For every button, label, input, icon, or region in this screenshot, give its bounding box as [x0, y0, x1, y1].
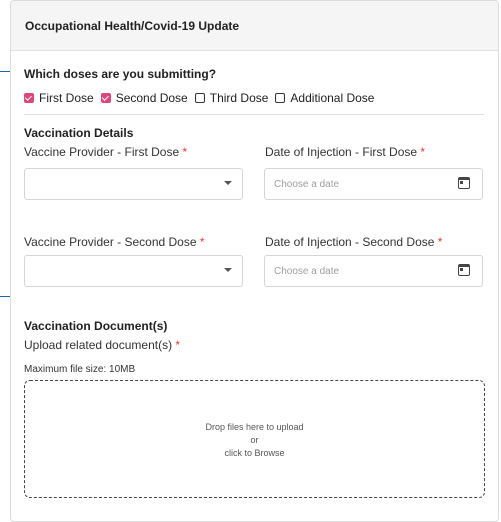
dropzone-line-1: Drop files here to upload: [205, 422, 304, 432]
dropzone-line-2: or: [250, 435, 259, 445]
date-first-input[interactable]: Choose a date: [264, 168, 483, 200]
date-second-input[interactable]: Choose a date: [264, 255, 483, 287]
max-file-size: Maximum file size: 10MB: [24, 364, 136, 375]
upload-label: Upload related document(s) *: [24, 338, 181, 352]
checkbox-checked-icon[interactable]: [100, 93, 111, 103]
provider-first-label: Vaccine Provider - First Dose *: [24, 145, 188, 159]
date-first-placeholder: Choose a date: [274, 179, 340, 190]
dose-option-third[interactable]: Third Dose: [194, 91, 269, 105]
chevron-down-icon: [224, 181, 232, 185]
checkbox-unchecked-icon[interactable]: [275, 93, 286, 103]
date-first-label: Date of Injection - First Dose *: [265, 145, 426, 159]
dose-option-additional[interactable]: Additional Dose: [275, 91, 374, 105]
date-second-placeholder: Choose a date: [274, 266, 340, 277]
documents-title: Vaccination Document(s): [24, 319, 168, 333]
dose-option-second[interactable]: Second Dose: [100, 91, 188, 105]
dose-option-label: First Dose: [39, 91, 94, 105]
card-title: Occupational Health/Covid-19 Update: [25, 19, 240, 33]
browse-link[interactable]: click to Browse: [25, 447, 484, 460]
calendar-icon[interactable]: [458, 264, 470, 276]
provider-second-select[interactable]: [24, 255, 243, 287]
dropzone-text: Drop files here to upload or click to Br…: [25, 421, 484, 460]
chevron-down-icon: [224, 268, 232, 272]
dose-checkbox-group: First Dose Second Dose Third Dose Additi…: [24, 91, 381, 105]
doses-question: Which doses are you submitting?: [24, 67, 217, 81]
card-header: Occupational Health/Covid-19 Update: [11, 1, 498, 51]
dose-option-label: Third Dose: [209, 91, 269, 105]
dose-option-first[interactable]: First Dose: [24, 91, 94, 105]
vaccination-details-title: Vaccination Details: [24, 126, 134, 140]
checkbox-unchecked-icon[interactable]: [194, 93, 205, 103]
checkbox-checked-icon[interactable]: [24, 93, 34, 103]
dose-option-label: Additional Dose: [290, 91, 375, 105]
dose-option-label: Second Dose: [115, 91, 188, 105]
calendar-icon[interactable]: [458, 177, 470, 189]
date-second-label: Date of Injection - Second Dose *: [265, 235, 443, 249]
section-divider: [24, 114, 484, 115]
file-dropzone[interactable]: Drop files here to upload or click to Br…: [24, 380, 485, 498]
provider-second-label: Vaccine Provider - Second Dose *: [24, 235, 205, 249]
provider-first-select[interactable]: [24, 168, 243, 200]
